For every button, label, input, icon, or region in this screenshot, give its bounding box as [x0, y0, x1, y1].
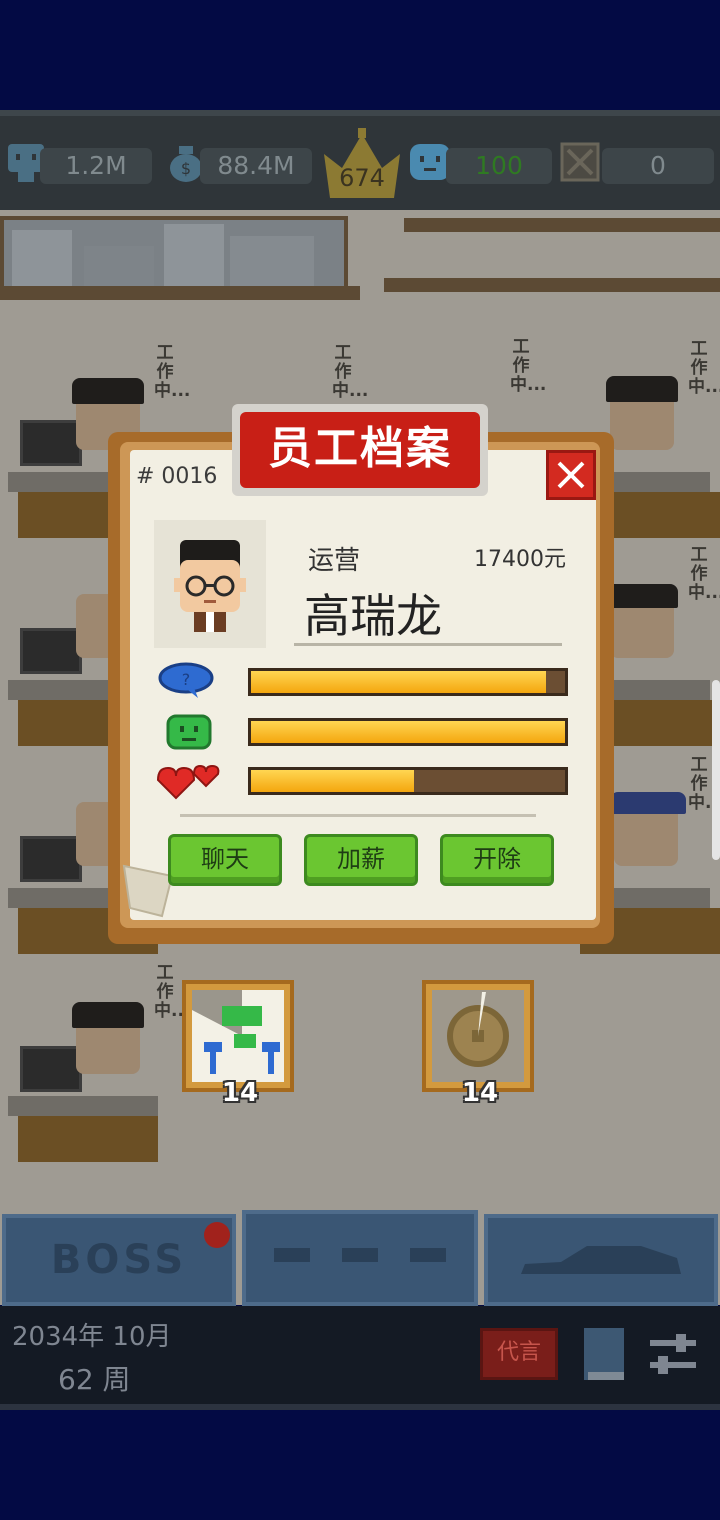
- chat-button[interactable]: 聊天: [168, 834, 282, 886]
- office-layout-button[interactable]: [242, 1210, 478, 1306]
- notification-dot: [204, 1222, 230, 1248]
- skill-networking-count: 14: [221, 1078, 259, 1108]
- city-skyline: [12, 224, 314, 290]
- employee-salary: 17400元: [474, 547, 566, 572]
- coin-icon: [447, 992, 509, 1067]
- settings-sliders-icon[interactable]: [648, 1332, 698, 1376]
- rank-value: 674: [339, 164, 385, 192]
- car-icon: [521, 1246, 681, 1274]
- shelf-right: [384, 278, 720, 292]
- employee-id: # 0016: [136, 464, 218, 489]
- stat-bar-fill: [251, 770, 415, 792]
- employee-avatar: [154, 520, 266, 648]
- mood-face-icon: [166, 714, 212, 750]
- dialog-title-ribbon: 员工档案: [232, 404, 488, 496]
- employee-hair: [606, 376, 678, 402]
- employee-count: 1.2M: [40, 148, 152, 184]
- blocked-icon: [560, 142, 600, 182]
- avatar-portrait: [174, 540, 246, 632]
- shelf-right-top: [404, 218, 720, 232]
- hearts-icon: [156, 764, 220, 800]
- working-label: 工作中...: [154, 343, 191, 401]
- speech-bubble-icon: ?: [158, 662, 214, 698]
- stat-bar-fill: [251, 721, 565, 743]
- book-icon[interactable]: [580, 1326, 628, 1384]
- raise-salary-button[interactable]: 加薪: [304, 834, 418, 886]
- endorsement-button[interactable]: 代言: [480, 1328, 558, 1380]
- monitor: [20, 628, 82, 674]
- close-button[interactable]: [546, 450, 596, 500]
- game-date: 2034年 10月: [12, 1322, 172, 1352]
- stat-bar-communication: [248, 668, 568, 696]
- stat-bar-fill: [251, 671, 547, 693]
- side-scroll-handle[interactable]: [712, 680, 720, 860]
- skill-networking[interactable]: [182, 980, 294, 1092]
- svg-text:$: $: [181, 159, 191, 178]
- close-icon: [557, 461, 585, 489]
- money-count: 88.4M: [200, 148, 312, 184]
- happiness-count: 100: [446, 148, 552, 184]
- skill-coin[interactable]: [422, 980, 534, 1092]
- boss-button[interactable]: BOSS: [2, 1214, 236, 1306]
- employee-hair: [72, 1002, 144, 1028]
- svg-text:?: ?: [182, 670, 191, 689]
- game-week: 62 周: [58, 1363, 131, 1396]
- working-label: 工作中...: [332, 343, 369, 401]
- monitor: [20, 420, 82, 466]
- working-label: 工作中...: [510, 337, 547, 395]
- blocked-count: 0: [602, 148, 714, 184]
- working-label: 工作中...: [154, 963, 191, 1021]
- fire-button[interactable]: 开除: [440, 834, 554, 886]
- employee-hair: [606, 584, 678, 608]
- desk: [8, 1096, 158, 1116]
- network-icon: [192, 990, 280, 1074]
- stat-bar-loyalty: [248, 767, 568, 795]
- employee-name: 高瑞龙: [304, 589, 442, 643]
- stat-bar-mood: [248, 718, 568, 746]
- employee-hair: [72, 378, 144, 404]
- skill-coin-count: 14: [461, 1078, 499, 1108]
- car-button[interactable]: [484, 1214, 718, 1306]
- shelf-left: [0, 286, 360, 300]
- working-label: 工作中...: [688, 545, 720, 603]
- bottom-toolbar: BOSS: [0, 1210, 720, 1306]
- monitor: [20, 1046, 82, 1092]
- office-window: [0, 216, 348, 294]
- employee-role: 运营: [308, 546, 361, 576]
- monitor: [20, 836, 82, 882]
- dialog-divider: [180, 814, 536, 817]
- name-underline: [294, 643, 562, 646]
- working-label: 工作中...: [688, 339, 720, 397]
- working-label: 工作中...: [688, 755, 720, 813]
- bottom-padding: [0, 1410, 720, 1520]
- desk-drawer: [18, 1116, 158, 1162]
- employee-headband: [610, 792, 686, 814]
- stats-bar: 1.2M $ 88.4M 674 100 0: [0, 110, 720, 210]
- dialog-title: 员工档案: [240, 412, 480, 488]
- top-padding: [0, 0, 720, 110]
- desks-icon: [274, 1248, 446, 1262]
